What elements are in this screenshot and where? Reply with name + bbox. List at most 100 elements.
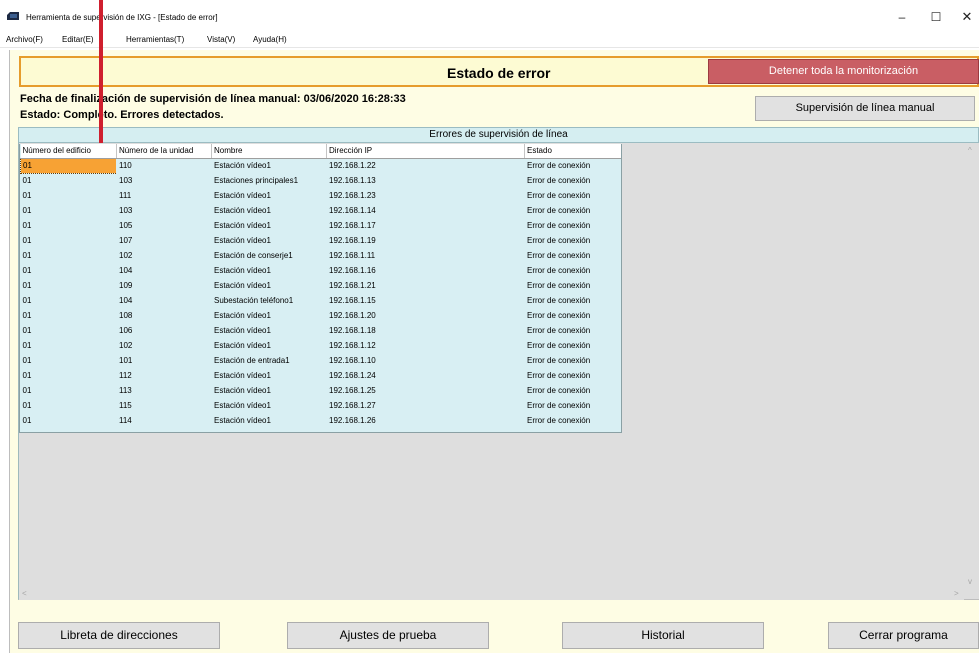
cell-unit[interactable]: 107 — [116, 233, 212, 248]
menu-editar[interactable]: Editar(E) — [62, 35, 94, 44]
table-row[interactable]: 01 113 Estación vídeo1 192.168.1.25 Error de… — [20, 383, 621, 398]
cell-status[interactable]: Error de conexión — [524, 383, 621, 398]
table-row[interactable]: 01 103 Estaciones principales1 192.168.1.13… — [20, 173, 621, 188]
cell-ip[interactable]: 192.168.1.14 — [326, 203, 525, 218]
cell-ip[interactable]: 192.168.1.13 — [326, 173, 525, 188]
cell-building[interactable]: 01 — [20, 203, 117, 218]
menu-ayuda[interactable]: Ayuda(H) — [253, 35, 287, 44]
cell-unit[interactable]: 113 — [116, 383, 212, 398]
cell-status[interactable]: Error de conexión — [524, 278, 621, 293]
errors-table[interactable]: Número del edificio Número de la unidad … — [19, 144, 622, 433]
cell-ip[interactable]: 192.168.1.23 — [326, 188, 525, 203]
table-row[interactable]: 01 103 Estación vídeo1 192.168.1.14 Error de… — [20, 203, 621, 218]
cell-unit[interactable]: 105 — [116, 218, 212, 233]
table-row[interactable]: 01 108 Estación vídeo1 192.168.1.20 Error de… — [20, 308, 621, 323]
cell-name[interactable]: Estación vídeo1 — [211, 413, 327, 428]
cell-ip[interactable]: 192.168.1.25 — [326, 383, 525, 398]
table-row[interactable]: 01 102 Estación de conserje1 192.168.1.11 Er… — [20, 248, 621, 263]
table-row[interactable]: 01 111 Estación vídeo1 192.168.1.23 Error de… — [20, 188, 621, 203]
cell-status[interactable]: Error de conexión — [524, 293, 621, 308]
cell-name[interactable]: Estación vídeo1 — [211, 368, 327, 383]
table-row[interactable]: 01 104 Estación vídeo1 192.168.1.16 Error de… — [20, 263, 621, 278]
cell-name[interactable]: Estación vídeo1 — [211, 233, 327, 248]
test-settings-button[interactable]: Ajustes de prueba — [287, 622, 489, 649]
cell-name[interactable]: Estación vídeo1 — [211, 323, 327, 338]
cell-status[interactable]: Error de conexión — [524, 188, 621, 203]
col-header-name[interactable]: Nombre — [211, 144, 327, 159]
cell-ip[interactable]: 192.168.1.24 — [326, 368, 525, 383]
cell-name[interactable]: Estación vídeo1 — [211, 263, 327, 278]
vertical-scrollbar[interactable]: ^ v — [964, 144, 979, 589]
cell-ip[interactable]: 192.168.1.20 — [326, 308, 525, 323]
table-row[interactable]: 01 107 Estación vídeo1 192.168.1.19 Error de… — [20, 233, 621, 248]
cell-building[interactable]: 01 — [20, 173, 117, 188]
cell-name[interactable]: Estación de conserje1 — [211, 248, 327, 263]
cell-building[interactable]: 01 — [20, 233, 117, 248]
menu-vista[interactable]: Vista(V) — [207, 35, 235, 44]
cell-building[interactable]: 01 — [20, 157, 117, 174]
cell-name[interactable]: Estación vídeo1 — [211, 188, 327, 203]
cell-ip[interactable]: 192.168.1.16 — [326, 263, 525, 278]
cell-status[interactable]: Error de conexión — [524, 203, 621, 218]
cell-unit[interactable]: 103 — [116, 203, 212, 218]
cell-status[interactable]: Error de conexión — [524, 398, 621, 413]
cell-ip[interactable]: 192.168.1.11 — [326, 248, 525, 263]
col-header-status[interactable]: Estado — [524, 144, 621, 159]
cell-building[interactable]: 01 — [20, 263, 117, 278]
cell-status[interactable]: Error de conexión — [524, 323, 621, 338]
cell-ip[interactable]: 192.168.1.15 — [326, 293, 525, 308]
cell-building[interactable]: 01 — [20, 248, 117, 263]
cell-ip[interactable]: 192.168.1.22 — [326, 158, 525, 173]
cell-name[interactable]: Subestación teléfono1 — [211, 293, 327, 308]
cell-ip[interactable]: 192.168.1.10 — [326, 353, 525, 368]
cell-building[interactable]: 01 — [20, 398, 117, 413]
cell-status[interactable]: Error de conexión — [524, 158, 621, 173]
cell-building[interactable]: 01 — [20, 308, 117, 323]
cell-unit[interactable]: 106 — [116, 323, 212, 338]
cell-status[interactable]: Error de conexión — [524, 263, 621, 278]
cell-name[interactable]: Estación vídeo1 — [211, 338, 327, 353]
table-row[interactable]: 01 114 Estación vídeo1 192.168.1.26 Error de… — [20, 413, 621, 428]
cell-ip[interactable]: 192.168.1.17 — [326, 218, 525, 233]
menu-herramientas[interactable]: Herramientas(T) — [126, 35, 184, 44]
close-window-button[interactable]: ✕ — [953, 7, 979, 27]
col-header-ip[interactable]: Dirección IP — [326, 144, 525, 159]
cell-name[interactable]: Estación de entrada1 — [211, 353, 327, 368]
cell-building[interactable]: 01 — [20, 323, 117, 338]
cell-status[interactable]: Error de conexión — [524, 353, 621, 368]
cell-status[interactable]: Error de conexión — [524, 413, 621, 428]
cell-unit[interactable]: 104 — [116, 263, 212, 278]
cell-unit[interactable]: 102 — [116, 338, 212, 353]
table-row[interactable]: 01 106 Estación vídeo1 192.168.1.18 Error de… — [20, 323, 621, 338]
cell-name[interactable]: Estación vídeo1 — [211, 218, 327, 233]
cell-ip[interactable]: 192.168.1.19 — [326, 233, 525, 248]
cell-unit[interactable]: 114 — [116, 413, 212, 428]
table-row[interactable]: 01 102 Estación vídeo1 192.168.1.12 Error de… — [20, 338, 621, 353]
scroll-down-icon[interactable]: v — [968, 577, 972, 586]
cell-ip[interactable]: 192.168.1.21 — [326, 278, 525, 293]
table-row[interactable]: 01 112 Estación vídeo1 192.168.1.24 Error de… — [20, 368, 621, 383]
cell-name[interactable]: Estación vídeo1 — [211, 398, 327, 413]
cell-unit[interactable]: 111 — [116, 188, 212, 203]
cell-status[interactable]: Error de conexión — [524, 338, 621, 353]
table-row[interactable]: 01 105 Estación vídeo1 192.168.1.17 Error de… — [20, 218, 621, 233]
cell-status[interactable]: Error de conexión — [524, 368, 621, 383]
menu-archivo[interactable]: Archivo(F) — [6, 35, 43, 44]
cell-unit[interactable]: 103 — [116, 173, 212, 188]
cell-name[interactable]: Estación vídeo1 — [211, 308, 327, 323]
maximize-button[interactable]: ☐ — [922, 7, 950, 27]
table-row[interactable]: 01 101 Estación de entrada1 192.168.1.10 Err… — [20, 353, 621, 368]
cell-unit[interactable]: 115 — [116, 398, 212, 413]
cell-name[interactable]: Estación vídeo1 — [211, 278, 327, 293]
minimize-button[interactable]: – — [888, 7, 916, 27]
cell-building[interactable]: 01 — [20, 368, 117, 383]
table-row[interactable]: 01 109 Estación vídeo1 192.168.1.21 Error de… — [20, 278, 621, 293]
cell-name[interactable]: Estación vídeo1 — [211, 383, 327, 398]
cell-building[interactable]: 01 — [20, 293, 117, 308]
cell-unit[interactable]: 101 — [116, 353, 212, 368]
cell-unit[interactable]: 104 — [116, 293, 212, 308]
scroll-right-icon[interactable]: > — [954, 589, 959, 598]
cell-status[interactable]: Error de conexión — [524, 173, 621, 188]
cell-status[interactable]: Error de conexión — [524, 218, 621, 233]
cell-unit[interactable]: 112 — [116, 368, 212, 383]
